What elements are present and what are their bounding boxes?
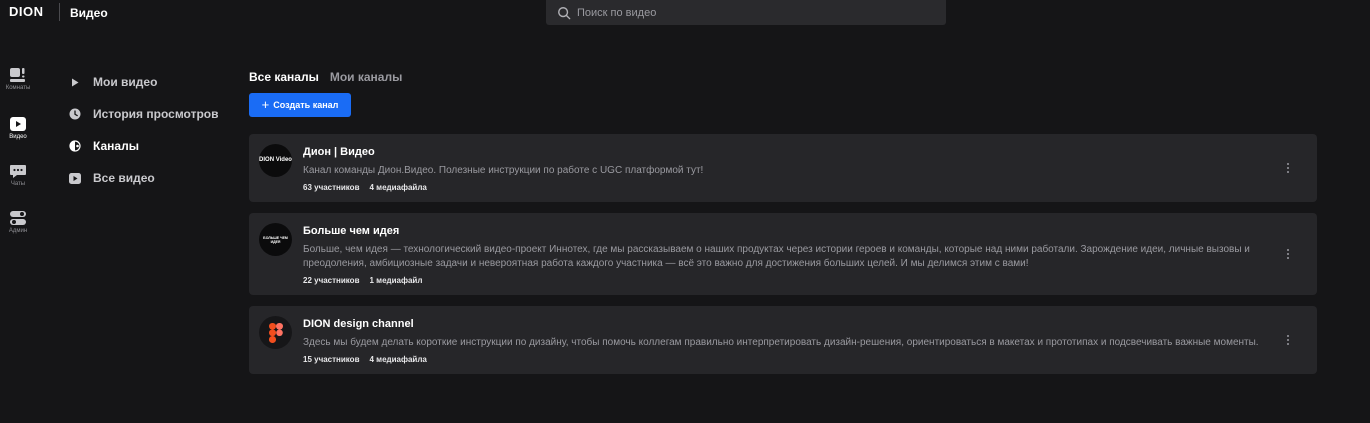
clock-icon [68,107,82,121]
rail-item-chats[interactable]: Чаты [0,163,36,187]
video-icon [10,117,26,131]
more-options-icon[interactable] [1283,333,1293,347]
channel-members: 15 участников [303,355,360,364]
sidebar-item-channels[interactable]: Каналы [68,130,238,162]
channel-name[interactable]: DION design channel [303,318,1267,330]
rail-label: Чаты [10,181,26,187]
plus-icon: + [261,97,270,112]
create-channel-button[interactable]: + Создать канал [249,93,351,117]
create-channel-label: Создать канал [273,100,339,110]
sidebar-item-label: Мои видео [93,75,158,89]
channel-description: Канал команды Дион.Видео. Полезные инстр… [303,165,704,176]
chat-icon [10,165,26,178]
sidebar-item-label: История просмотров [93,107,219,121]
channel-description: Больше, чем идея — технологический видео… [303,244,1250,269]
channel-media-count: 1 медиафайл [369,276,423,285]
channel-list: DION Video Дион | Видео Канал команды Ди… [249,134,1317,385]
channel-description: Здесь мы будем делать короткие инструкци… [303,337,1259,348]
search-bar[interactable] [546,0,946,25]
channel-members: 63 участников [303,183,360,192]
channel-card[interactable]: DION design channel Здесь мы будем делат… [249,306,1317,374]
channel-media-count: 4 медиафайла [369,183,427,192]
tab-my-channels[interactable]: Мои каналы [330,70,403,84]
channel-card[interactable]: DION Video Дион | Видео Канал команды Ди… [249,134,1317,202]
sidebar-item-label: Все видео [93,171,155,185]
rail-label: Админ [8,228,28,234]
sidebar-item-all-videos[interactable]: Все видео [68,162,238,194]
sidebar: Мои видео История просмотров Каналы Все … [68,66,238,194]
more-options-icon[interactable] [1283,161,1293,175]
admin-icon [10,211,26,225]
channel-avatar [259,316,292,349]
channel-name[interactable]: Дион | Видео [303,146,1267,158]
channel-meta: 22 участников 1 медиафайл [303,276,1267,285]
avatar-logo-text: DION Video [259,157,292,163]
rail-item-rooms[interactable]: Комнаты [0,67,36,91]
channel-avatar: БОЛЬШЕ ЧЕМ ИДЕЯ [259,223,292,256]
sidebar-item-my-videos[interactable]: Мои видео [68,66,238,98]
channel-meta: 63 участников 4 медиафайла [303,183,1267,192]
rooms-icon [10,68,25,82]
channel-media-count: 4 медиафайла [369,355,427,364]
play-icon [68,75,82,89]
rail-item-video[interactable]: Видео [0,116,36,140]
rail-label: Видео [9,134,27,140]
channel-meta: 15 участников 4 медиафайла [303,355,1267,364]
channel-name[interactable]: Больше чем идея [303,225,1267,237]
channel-avatar: DION Video [259,144,292,177]
avatar-logo-text: БОЛЬШЕ ЧЕМ ИДЕЯ [263,235,288,244]
channel-card[interactable]: БОЛЬШЕ ЧЕМ ИДЕЯ Больше чем идея Больше, … [249,213,1317,295]
app-logo[interactable]: DION [9,4,44,19]
channels-icon [68,139,82,153]
logo-divider [59,3,60,21]
sidebar-item-label: Каналы [93,139,139,153]
rail-item-admin[interactable]: Админ [0,210,36,234]
sidebar-item-history[interactable]: История просмотров [68,98,238,130]
app-title: Видео [70,6,108,20]
video-icon [68,171,82,185]
top-bar: DION Видео [0,0,1370,26]
channel-members: 22 участников [303,276,360,285]
search-icon [558,6,571,19]
figma-logo-icon [268,322,283,343]
channel-tabs: Все каналы Мои каналы [249,70,402,84]
tab-all-channels[interactable]: Все каналы [249,70,319,84]
search-input[interactable] [577,6,937,19]
rail-label: Комнаты [5,85,31,91]
more-options-icon[interactable] [1283,247,1293,261]
